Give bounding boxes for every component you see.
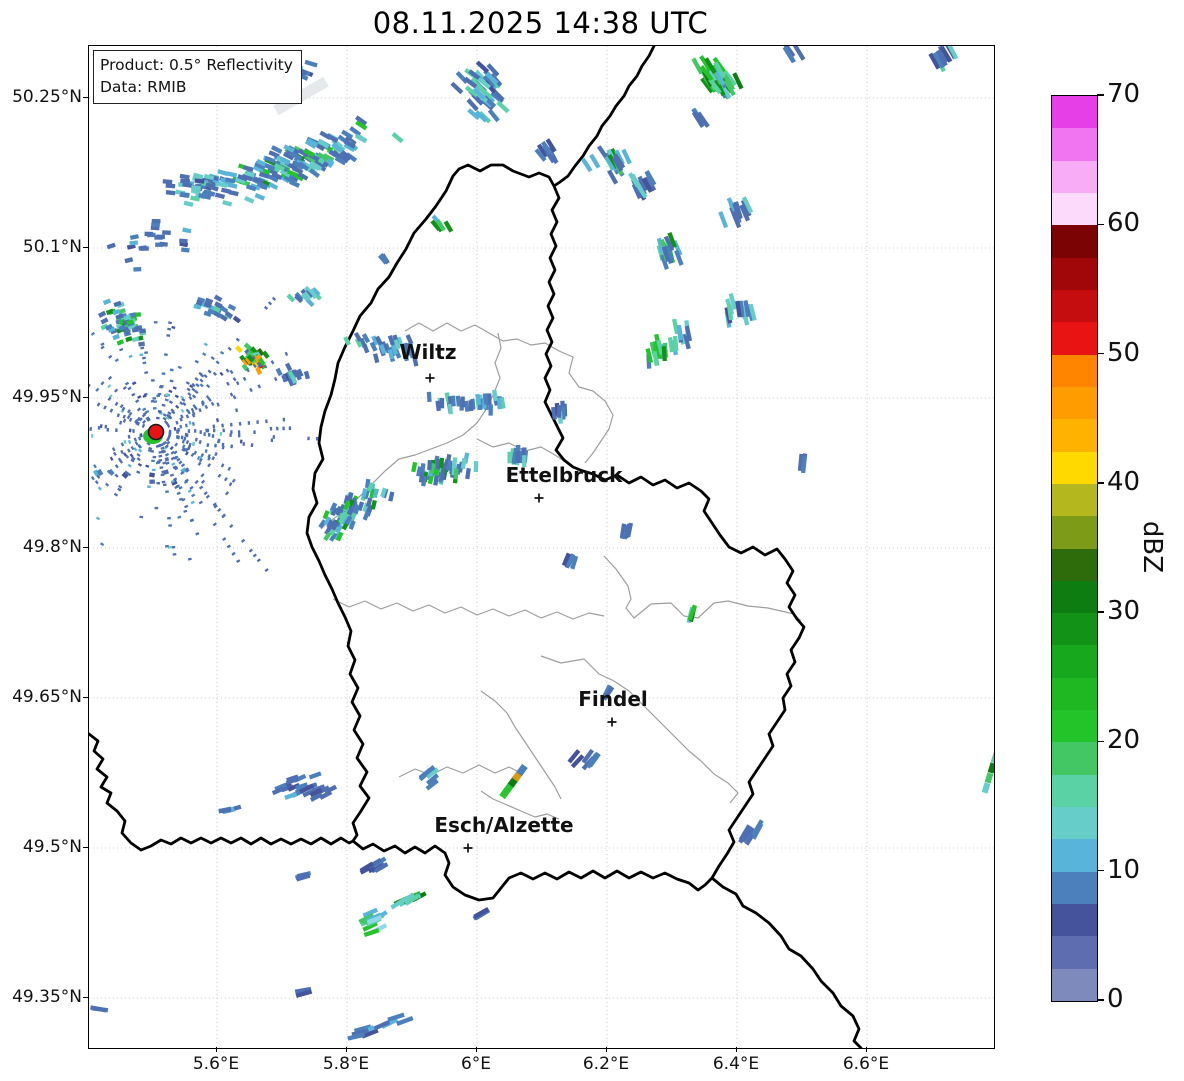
colorbar-segment — [1052, 96, 1097, 129]
colorbar-tick-mark — [1097, 352, 1104, 355]
colorbar-segment — [1052, 483, 1097, 517]
lon-tick-mark — [735, 1047, 737, 1052]
colorbar-tick-label: 40 — [1107, 466, 1141, 497]
lat-tick-mark — [83, 696, 88, 698]
colorbar-tick-mark — [1097, 94, 1104, 96]
lon-tick-mark — [345, 1047, 347, 1052]
colorbar-segment — [1052, 968, 1097, 1001]
colorbar-segment — [1052, 353, 1097, 387]
page-title: 08.11.2025 14:38 UTC — [372, 6, 709, 40]
colorbar-label: dBZ — [1137, 520, 1167, 574]
lon-tick-mark — [605, 1047, 607, 1052]
colorbar-tick-mark — [1097, 740, 1104, 743]
colorbar-tick-mark — [1097, 223, 1104, 226]
colorbar-segment — [1052, 321, 1097, 355]
colorbar-segment — [1052, 935, 1097, 969]
lat-tick-label: 49.35°N — [12, 987, 82, 1007]
colorbar-segment — [1052, 838, 1097, 872]
lon-tick-label: 6.2°E — [582, 1054, 630, 1074]
colorbar-segment — [1052, 515, 1097, 549]
colorbar-segment — [1052, 127, 1097, 161]
city-marker-icon — [607, 717, 617, 727]
lat-tick-mark — [83, 546, 88, 548]
radar-app-window: 08.11.2025 14:38 UTC Wiltz Ettelbruck Find… — [0, 0, 1184, 1081]
product-info-box: Product: 0.5° Reflectivity Data: RMIB — [93, 50, 302, 104]
colorbar-tick-mark — [1097, 869, 1104, 872]
colorbar-segment — [1052, 871, 1097, 905]
colorbar — [1051, 95, 1098, 1002]
colorbar-segment — [1052, 192, 1097, 226]
lon-tick-mark — [865, 1047, 867, 1052]
colorbar-segment — [1052, 224, 1097, 258]
lon-tick-label: 6.6°E — [842, 1054, 890, 1074]
colorbar-segment — [1052, 709, 1097, 743]
city-label: Ettelbruck — [506, 463, 623, 487]
colorbar-segment — [1052, 612, 1097, 646]
lon-tick-mark — [475, 1047, 477, 1052]
lat-tick-label: 49.65°N — [12, 687, 82, 707]
colorbar-tick-label: 70 — [1107, 79, 1141, 109]
colorbar-tick-mark — [1097, 611, 1104, 613]
colorbar-segment — [1052, 418, 1097, 452]
lon-tick-label: 6.4°E — [712, 1054, 760, 1074]
city-marker-icon — [534, 493, 544, 503]
colorbar-segment — [1052, 677, 1097, 711]
lat-tick-mark — [83, 396, 88, 398]
colorbar-segment — [1052, 741, 1097, 775]
colorbar-segment — [1052, 386, 1097, 420]
colorbar-segment — [1052, 644, 1097, 678]
colorbar-tick-label: 60 — [1107, 208, 1141, 239]
colorbar-segment — [1052, 580, 1097, 614]
colorbar-segment — [1052, 257, 1097, 290]
colorbar-segment — [1052, 903, 1097, 937]
radar-site-marker — [143, 423, 165, 444]
city-label: Findel — [578, 687, 648, 711]
colorbar-tick-label: 0 — [1107, 984, 1124, 1014]
city-marker-icon — [463, 843, 473, 853]
gridlines — [89, 46, 994, 1048]
colorbar-tick-mark — [1097, 482, 1104, 484]
colorbar-segment — [1052, 547, 1097, 581]
colorbar-tick-label: 10 — [1107, 854, 1141, 885]
colorbar-tick-label: 20 — [1107, 725, 1141, 756]
lat-tick-label: 49.8°N — [22, 537, 82, 557]
city-label: Esch/Alzette — [434, 813, 573, 837]
district-borders — [320, 322, 802, 820]
colorbar-tick-label: 50 — [1107, 337, 1141, 368]
lat-tick-label: 49.5°N — [22, 837, 82, 857]
colorbar-segment — [1052, 160, 1097, 193]
lon-tick-label: 5.8°E — [322, 1054, 370, 1074]
colorbar-segment — [1052, 289, 1097, 323]
colorbar-segment — [1052, 806, 1097, 840]
colorbar-tick-label: 30 — [1107, 596, 1141, 627]
lon-tick-label: 6°E — [460, 1054, 492, 1074]
product-label: Product: 0.5° Reflectivity — [100, 56, 293, 74]
lat-tick-mark — [83, 246, 88, 248]
lat-tick-mark — [83, 846, 88, 848]
colorbar-segment — [1052, 774, 1097, 808]
lat-tick-label: 50.1°N — [22, 237, 82, 257]
data-source-label: Data: RMIB — [100, 78, 187, 97]
lon-tick-label: 5.6°E — [192, 1054, 240, 1074]
city-marker-icon — [425, 373, 435, 383]
radar-map: Wiltz Ettelbruck Findel Esch/Alzette Produc… — [88, 45, 995, 1049]
colorbar-segment — [1052, 450, 1097, 484]
lat-tick-label: 49.95°N — [12, 387, 82, 407]
lat-tick-label: 50.25°N — [12, 87, 82, 107]
radar-map-canvas: Wiltz Ettelbruck Findel Esch/Alzette — [89, 46, 994, 1048]
colorbar-tick-mark — [1097, 999, 1104, 1001]
lat-tick-mark — [83, 996, 88, 998]
city-label: Wiltz — [400, 340, 457, 364]
radar-echoes — [89, 46, 994, 1041]
lon-tick-mark — [215, 1047, 217, 1052]
lat-tick-mark — [83, 96, 88, 98]
